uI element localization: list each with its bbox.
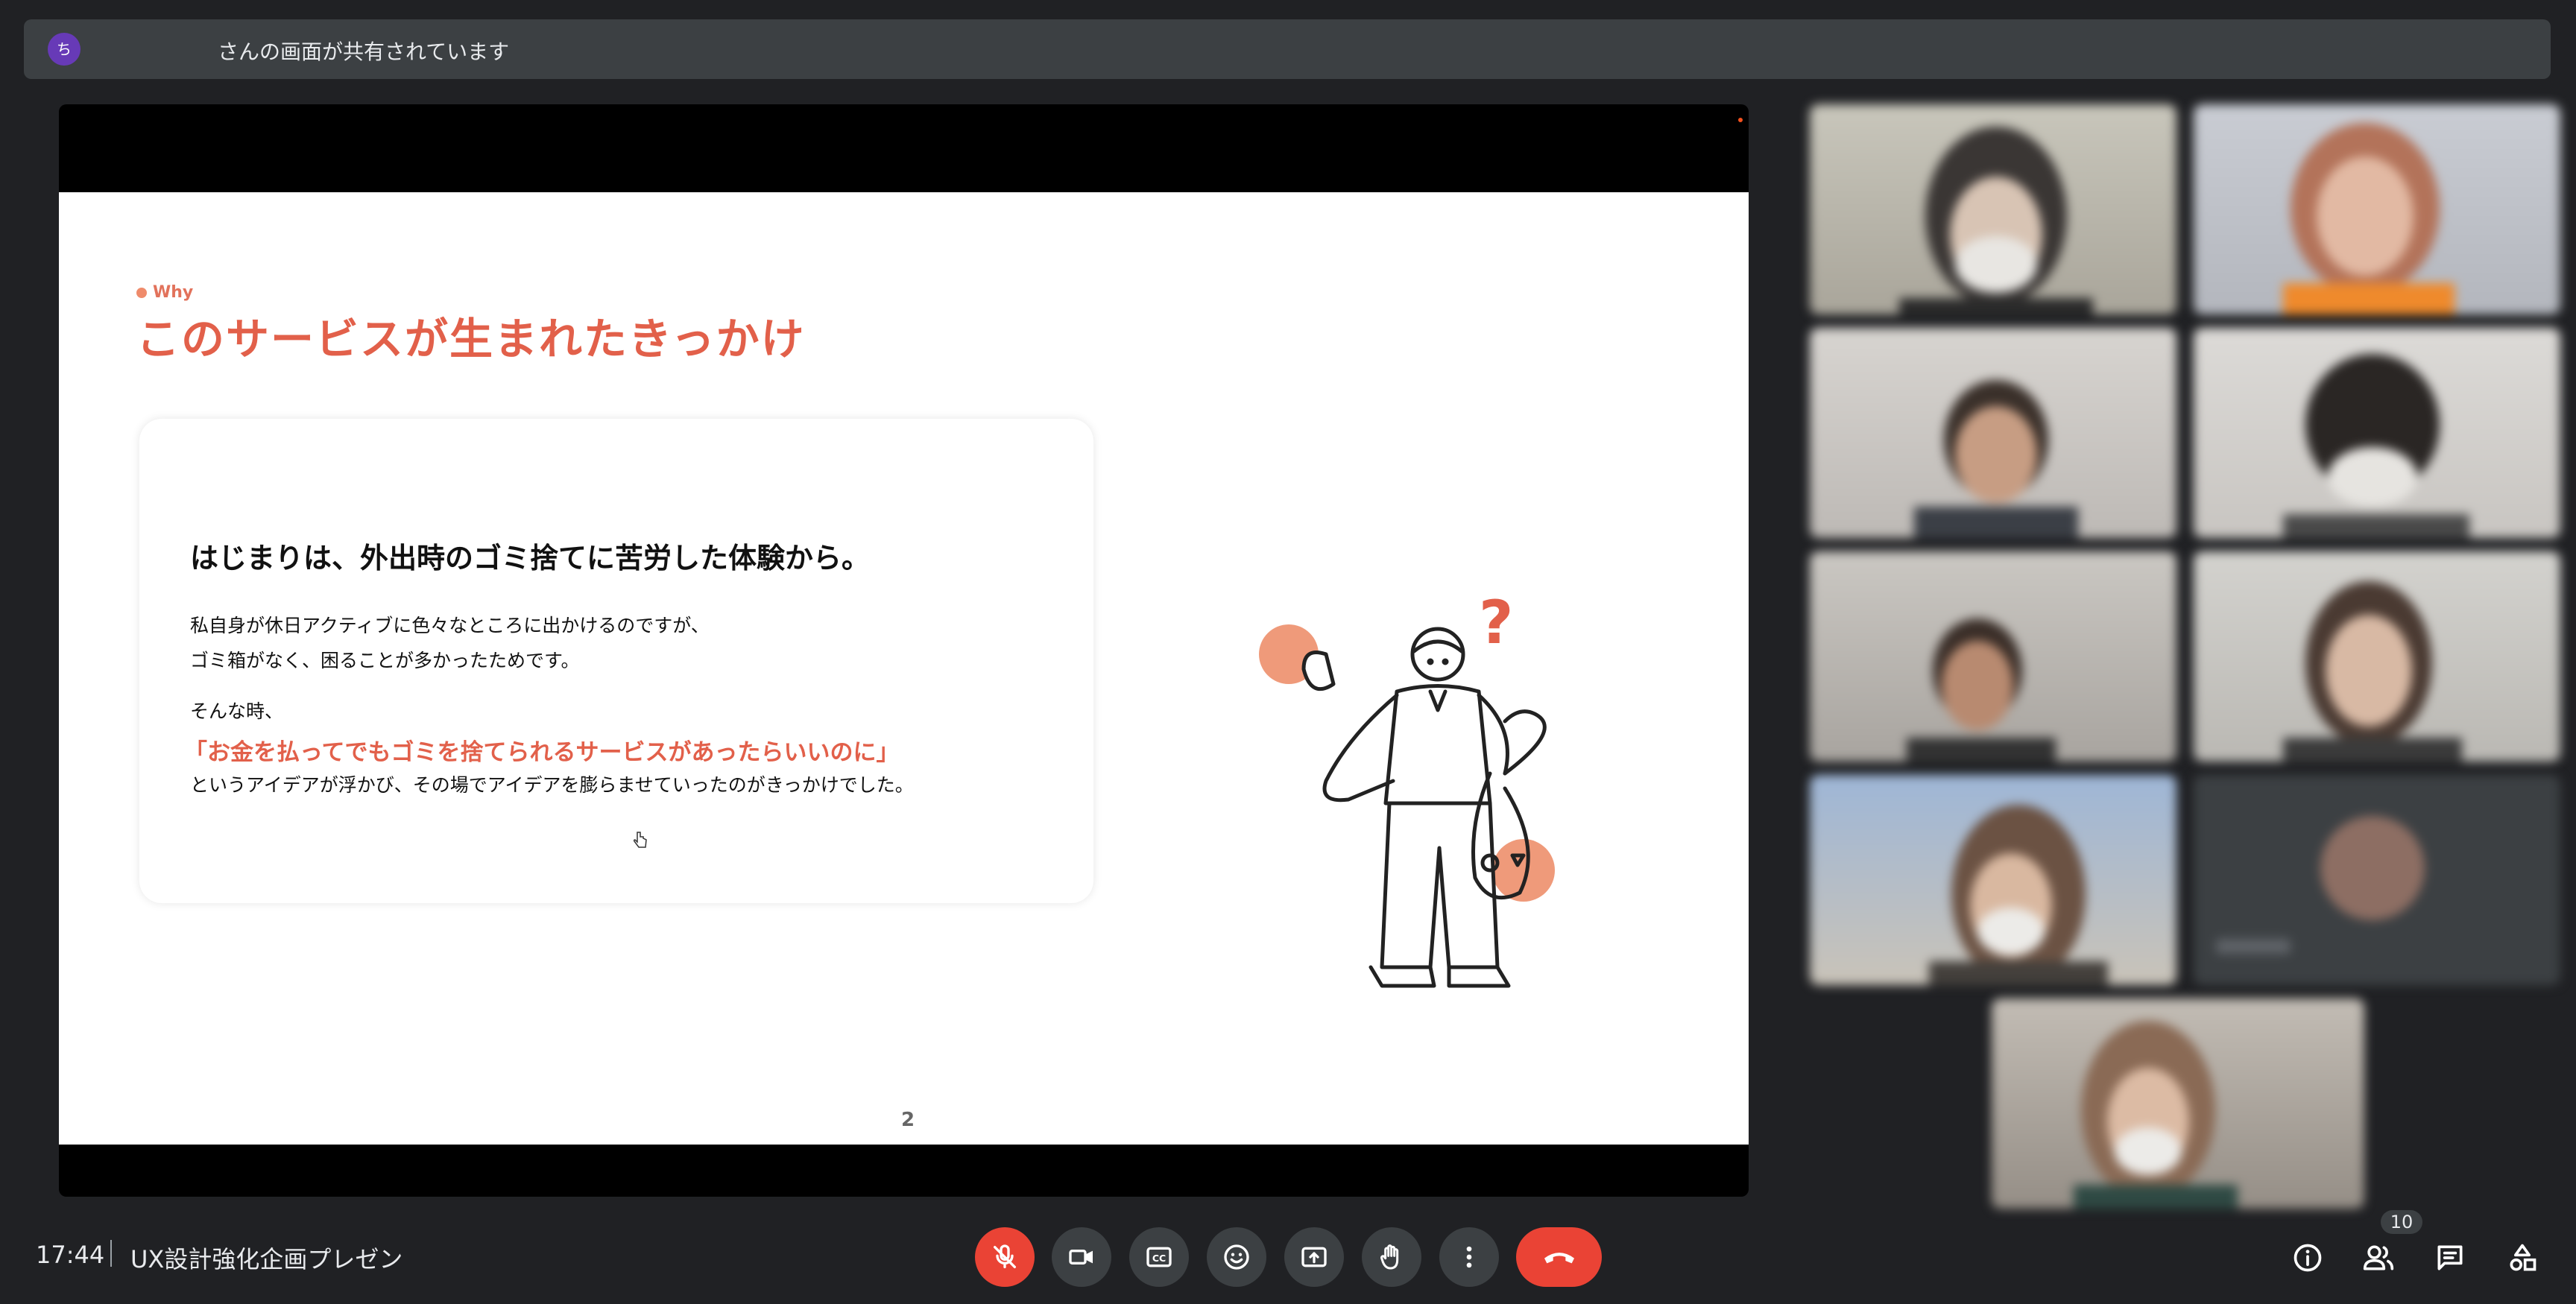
chat-icon [2437, 1245, 2463, 1270]
participant-avatar [2216, 816, 2425, 954]
participant-video [1914, 380, 2078, 538]
card-text-line-4: というアイデアが浮かび、その場でアイデアを膨らませていったのがきっかけでした。 [190, 774, 914, 796]
activities-shapes-icon [2510, 1244, 2536, 1271]
info-icon [2294, 1244, 2322, 1272]
participant-video [1907, 618, 2056, 762]
participant-count-badge: 10 [2381, 1210, 2422, 1234]
participant-video [2283, 581, 2462, 762]
divider [110, 1240, 112, 1267]
present-screen-button[interactable] [1284, 1227, 1344, 1287]
participant-video [2283, 354, 2469, 538]
people-icon [2363, 1245, 2394, 1270]
participant-video [1899, 127, 2093, 314]
slide-title: このサービスが生まれたきっかけ [136, 314, 806, 364]
more-vertical-icon [1466, 1246, 1472, 1268]
camera-button[interactable] [1052, 1227, 1111, 1287]
shared-screen: Why このサービスが生まれたきっかけ はじまりは、外出時のゴミ捨てに苦労した体… [59, 104, 1749, 1197]
emoji-reaction-button[interactable] [1207, 1227, 1266, 1287]
participant-tile[interactable] [1810, 104, 2176, 314]
svg-text:?: ? [1479, 588, 1513, 657]
confused-person-illustration: ? [1259, 588, 1555, 988]
presenting-indicator [1738, 118, 1743, 122]
raise-hand-icon [1380, 1244, 1399, 1270]
slide: Why このサービスが生まれたきっかけ はじまりは、外出時のゴミ捨てに苦労した体… [59, 192, 1749, 1145]
participant-tile[interactable] [1810, 328, 2176, 538]
participant-tile[interactable] [1992, 998, 2364, 1209]
smiley-icon [1224, 1244, 1249, 1270]
svg-text:CC: CC [1152, 1253, 1166, 1264]
screen-share-banner-text: さんの画面が共有されています [218, 39, 510, 64]
microphone-off-icon [994, 1244, 1016, 1268]
activities-button[interactable] [2504, 1240, 2540, 1276]
section-label: Why [136, 283, 193, 302]
people-button[interactable] [2361, 1240, 2396, 1276]
hang-up-icon [1544, 1253, 1574, 1264]
participant-video [1929, 805, 2108, 985]
participant-tile[interactable] [1810, 551, 2176, 762]
video-camera-icon [1069, 1250, 1093, 1265]
card-quote: 「お金を払ってでもゴミを捨てられるサービスがあったらいいのに」 [184, 739, 900, 766]
participant-tile[interactable] [1810, 775, 2176, 985]
leave-call-button[interactable] [1516, 1227, 1602, 1287]
card-text-line-2: ゴミ箱がなく、困ることが多かったためです。 [190, 650, 580, 671]
microphone-off-button[interactable] [975, 1227, 1035, 1287]
closed-captions-icon: CC [1146, 1247, 1172, 1267]
section-label-text: Why [153, 283, 194, 302]
pointer-hand-icon [633, 832, 647, 848]
participant-tile[interactable] [2194, 104, 2560, 314]
participant-tile[interactable] [2194, 328, 2560, 538]
raise-hand-button[interactable] [1362, 1227, 1421, 1287]
participant-video [2283, 123, 2455, 314]
presenter-avatar: ち [48, 33, 80, 66]
participant-video [2074, 1021, 2238, 1209]
section-dot [136, 288, 147, 298]
card-heading: はじまりは、外出時のゴミ捨てに苦労した体験から。 [190, 542, 871, 575]
chat-button[interactable] [2432, 1240, 2468, 1276]
more-options-button[interactable] [1439, 1227, 1499, 1287]
participant-tile[interactable] [2194, 775, 2560, 985]
story-card: はじまりは、外出時のゴミ捨てに苦労した体験から。 私自身が休日アクティブに色々な… [139, 419, 1093, 903]
meeting-info-button[interactable] [2290, 1240, 2326, 1276]
present-screen-icon [1301, 1247, 1327, 1267]
captions-button[interactable]: CC [1129, 1227, 1189, 1287]
screen-share-banner: ち さんの画面が共有されています [24, 19, 2551, 79]
slide-page-number: 2 [901, 1109, 915, 1131]
card-text-line-1: 私自身が休日アクティブに色々なところに出かけるのですが、 [190, 615, 710, 636]
meeting-title: UX設計強化企画プレゼン [130, 1245, 403, 1273]
current-time: 17:44 [36, 1241, 105, 1269]
participant-tile[interactable] [2194, 551, 2560, 762]
card-text-line-3: そんな時、 [190, 700, 284, 722]
